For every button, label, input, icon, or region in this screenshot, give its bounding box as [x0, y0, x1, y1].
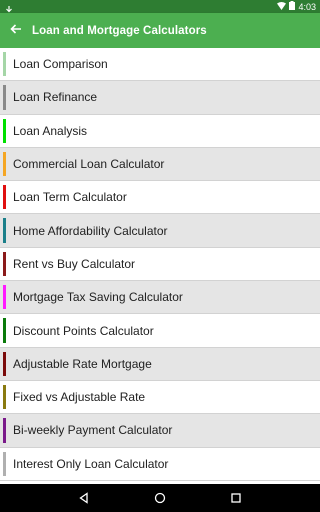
list-item-label: Commercial Loan Calculator	[13, 157, 165, 172]
color-bar	[3, 384, 6, 410]
color-bar	[3, 85, 6, 110]
list-item-label: Adjustable Rate Mortgage	[13, 356, 152, 371]
list-item-label: Interest Only Loan Calculator	[13, 456, 169, 471]
list-item[interactable]: Loan Term Calculator	[0, 181, 320, 215]
color-bar	[3, 251, 6, 277]
color-bar	[3, 151, 6, 177]
color-bar	[3, 351, 6, 376]
list-item[interactable]: Bi-weekly Payment Calculator	[0, 414, 320, 448]
color-bar	[3, 118, 6, 143]
recents-square-icon[interactable]	[226, 488, 246, 508]
color-bar	[3, 285, 6, 310]
list-item[interactable]: Loan Refinance	[0, 81, 320, 115]
list-item-label: Fixed vs Adjustable Rate	[13, 390, 146, 405]
list-item[interactable]: Discount Points Calculator	[0, 314, 320, 348]
color-bar	[3, 52, 6, 77]
list-item[interactable]: Commercial Loan Calculator	[0, 147, 320, 182]
arrow-back-icon	[10, 22, 22, 40]
list-item-label: Bi-weekly Payment Calculator	[13, 423, 173, 438]
back-triangle-icon[interactable]	[74, 488, 94, 508]
color-bar	[3, 418, 6, 443]
color-bar	[3, 318, 6, 343]
app-bar: Loan and Mortgage Calculators	[0, 13, 320, 48]
list-item-label: Loan Term Calculator	[13, 190, 127, 205]
list-item-label: Discount Points Calculator	[13, 323, 154, 338]
list-item[interactable]: Mortgage Tax Saving Calculator	[0, 281, 320, 315]
wifi-icon	[277, 1, 287, 12]
list-item-label: Mortgage Tax Saving Calculator	[13, 290, 183, 305]
battery-icon	[289, 1, 296, 12]
color-bar	[3, 185, 6, 210]
back-button[interactable]	[0, 13, 32, 48]
list-item-label: Home Affordability Calculator	[13, 223, 168, 238]
color-bar	[3, 451, 6, 476]
list-item[interactable]: Rent vs Buy Calculator	[0, 247, 320, 282]
list-item-label: Loan Refinance	[13, 90, 98, 105]
download-icon	[4, 2, 14, 15]
page-title: Loan and Mortgage Calculators	[32, 24, 207, 37]
list-item[interactable]: Fixed vs Adjustable Rate	[0, 380, 320, 415]
navigation-bar	[0, 484, 320, 512]
list-item[interactable]: Home Affordability Calculator	[0, 214, 320, 248]
list-item[interactable]: Loan Analysis	[0, 114, 320, 148]
list-item[interactable]: Interest Only Loan Calculator	[0, 447, 320, 481]
home-circle-icon[interactable]	[150, 488, 170, 508]
list-item-label: Loan Comparison	[13, 57, 108, 72]
status-bar: 4:03	[0, 0, 320, 15]
color-bar	[3, 218, 6, 243]
list-item-label: Loan Analysis	[13, 123, 88, 138]
list-item-label: Rent vs Buy Calculator	[13, 256, 136, 271]
status-time: 4:03	[298, 1, 316, 12]
calculator-list: Loan Comparison Loan Refinance Loan Analys…	[0, 48, 320, 484]
list-item[interactable]: Adjustable Rate Mortgage	[0, 347, 320, 381]
list-item[interactable]: Loan Comparison	[0, 48, 320, 82]
